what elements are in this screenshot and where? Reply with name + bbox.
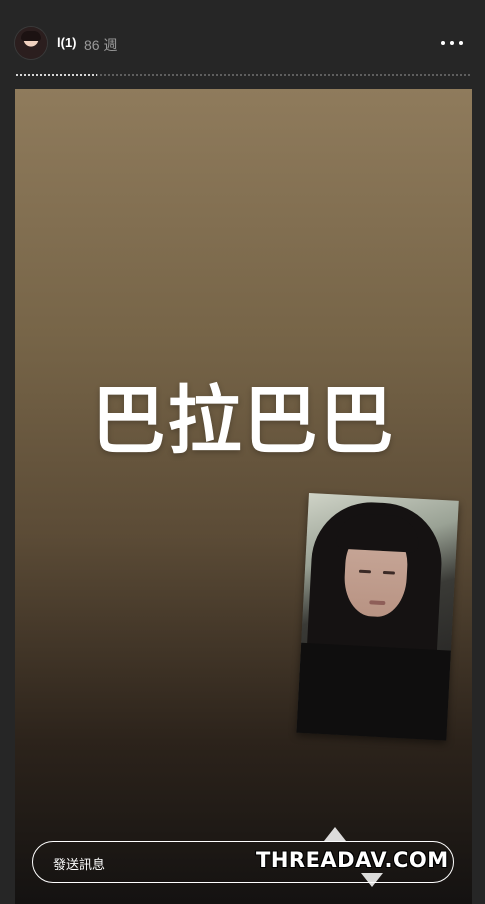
story-text: 巴拉巴巴 [91, 378, 396, 464]
watermark-arrow-down-icon [361, 873, 383, 887]
selfie-photo [296, 493, 459, 741]
username[interactable]: l(1) [57, 35, 77, 50]
story-progress-bar [15, 74, 472, 76]
photo-eye [358, 569, 372, 574]
more-horizontal-icon[interactable] [441, 33, 463, 53]
photo-eye [382, 570, 396, 575]
dot-icon [459, 41, 463, 45]
story-viewer: l(1) 86 週 巴拉巴巴 發送訊息 THREADAV.COM [0, 0, 485, 904]
photo-shirt [296, 642, 451, 741]
dot-icon [450, 41, 454, 45]
watermark-text: THREADAV.COM [256, 848, 449, 872]
photo-lip [369, 600, 386, 606]
watermark-arrow-up-icon [324, 827, 346, 841]
time-ago: 86 週 [84, 37, 118, 53]
story-content[interactable]: 巴拉巴巴 [15, 89, 472, 904]
story-header: l(1) 86 週 [0, 0, 485, 75]
dot-icon [441, 41, 445, 45]
watermark: THREADAV.COM [256, 827, 452, 893]
avatar[interactable] [15, 27, 47, 59]
story-progress-fill [15, 74, 98, 76]
message-placeholder: 發送訊息 [53, 858, 106, 873]
